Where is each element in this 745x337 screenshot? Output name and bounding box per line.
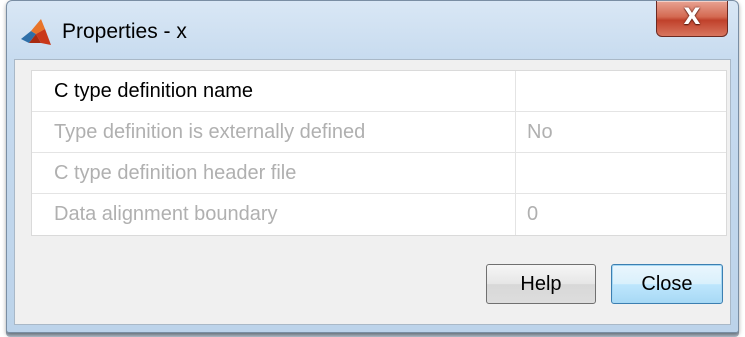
property-value-field	[516, 153, 726, 193]
property-row-externally-defined: Type definition is externally defined No	[32, 112, 726, 153]
property-value-field: No	[527, 121, 553, 143]
title-bar[interactable]: Properties - x X	[7, 1, 738, 59]
property-name: C type definition name	[32, 71, 516, 111]
help-button[interactable]: Help	[486, 264, 596, 304]
property-value-field[interactable]	[516, 71, 726, 111]
property-table: C type definition name Type definition i…	[31, 70, 727, 236]
property-row-header-file: C type definition header file	[32, 153, 726, 194]
matlab-membrane-icon	[21, 19, 51, 45]
property-name: C type definition header file	[32, 153, 516, 193]
property-name: Data alignment boundary	[32, 194, 516, 235]
property-row-ctype-name[interactable]: C type definition name	[32, 71, 726, 112]
close-icon: X	[683, 5, 701, 30]
property-value-field: 0	[527, 203, 539, 225]
dialog-content: C type definition name Type definition i…	[14, 59, 731, 325]
property-name: Type definition is externally defined	[32, 112, 516, 152]
window-close-button[interactable]: X	[656, 1, 728, 37]
close-button[interactable]: Close	[611, 264, 723, 304]
property-row-alignment: Data alignment boundary 0	[32, 194, 726, 235]
properties-dialog: Properties - x X C type definition name …	[6, 0, 739, 333]
window-title: Properties - x	[62, 20, 187, 43]
